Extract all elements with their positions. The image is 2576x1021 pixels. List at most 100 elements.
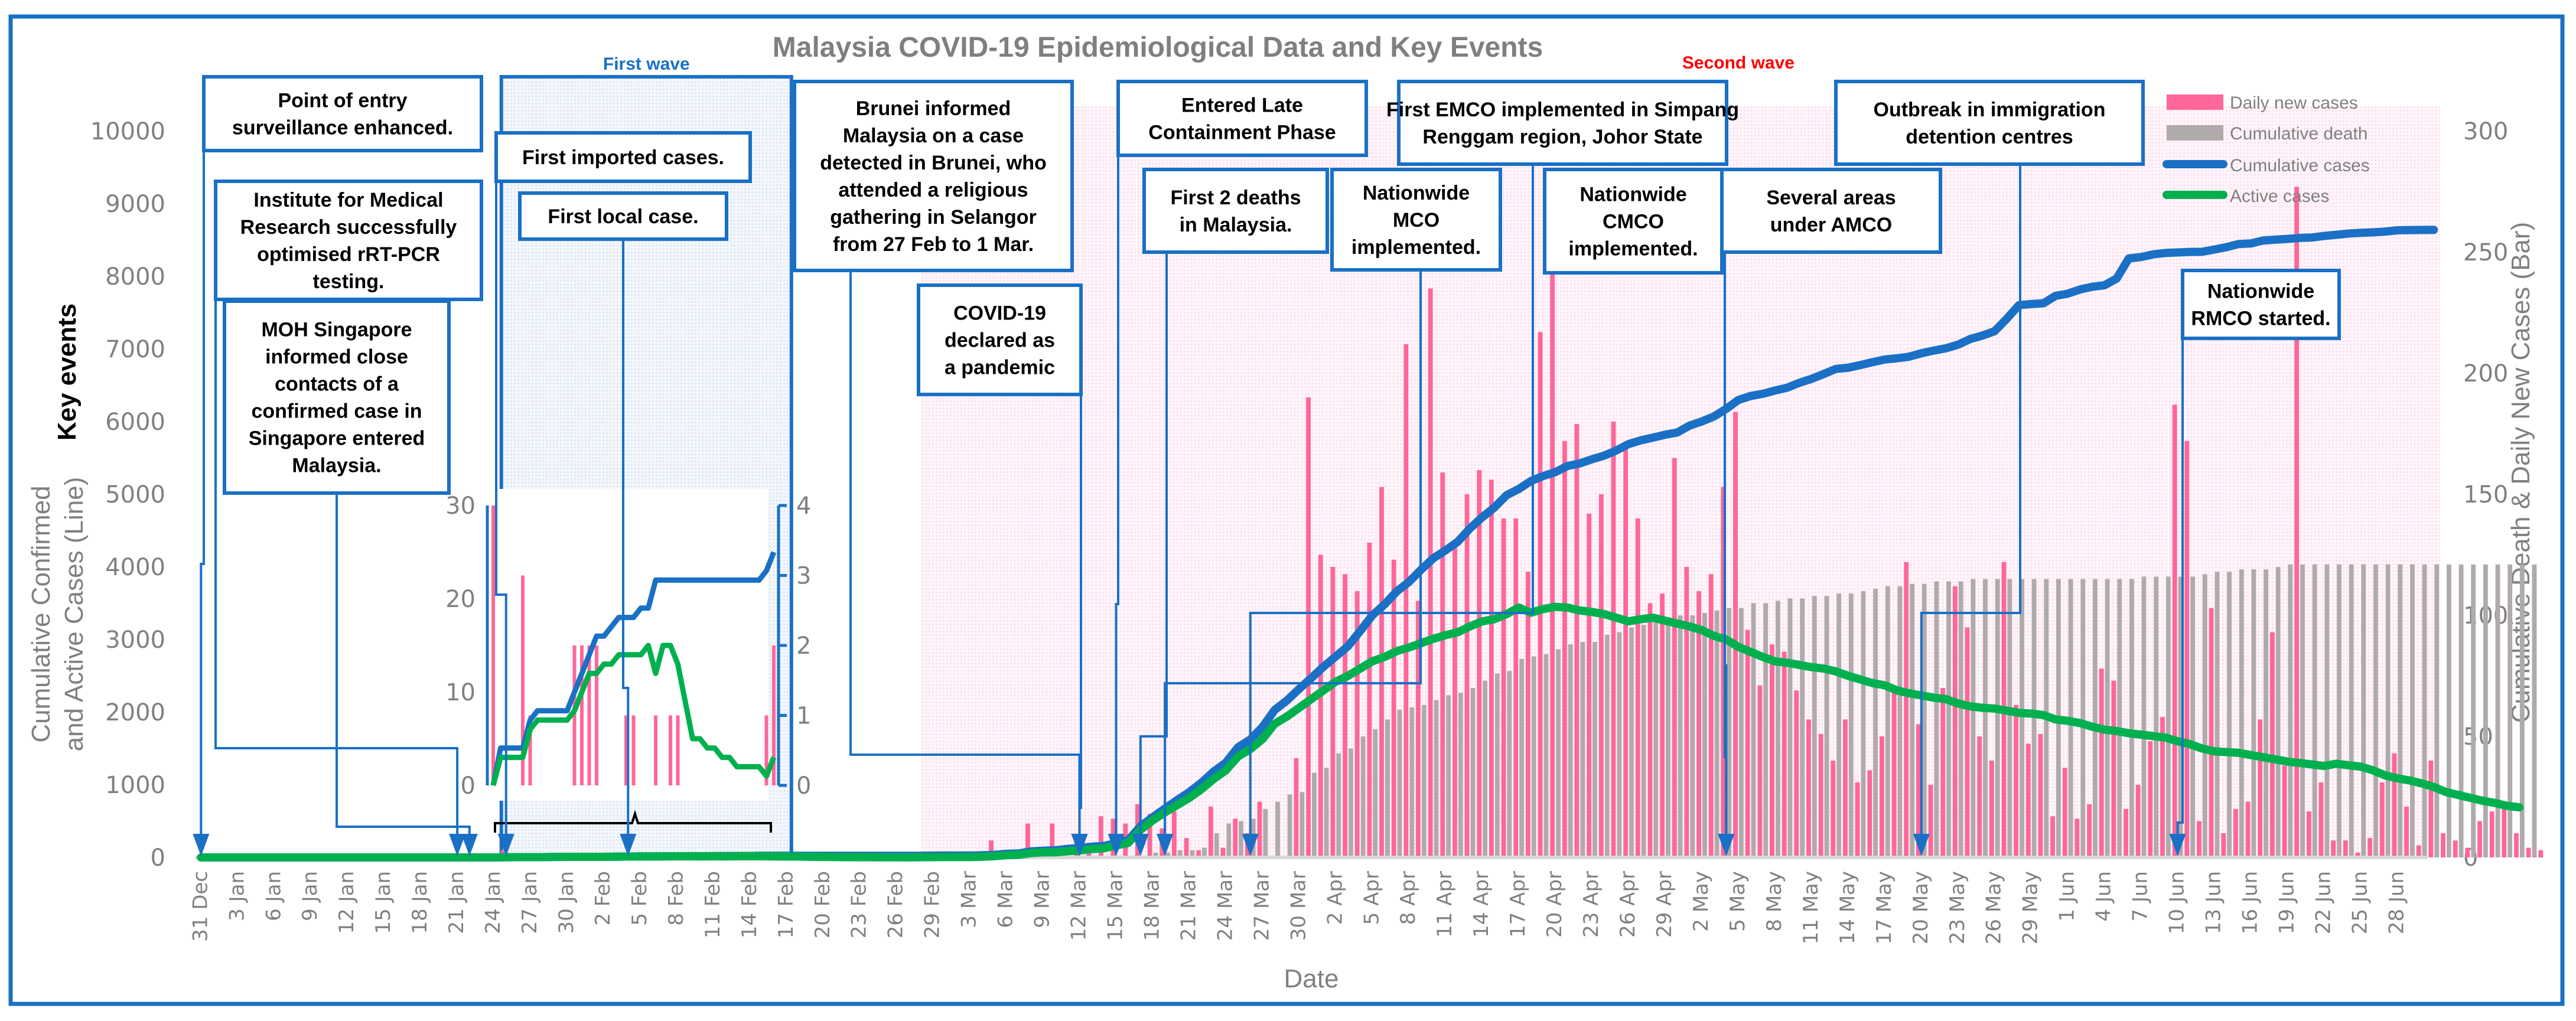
x-tick: 2 May: [1689, 871, 1713, 932]
daily-bar: [1831, 761, 1836, 857]
daily-bar: [2404, 806, 2409, 857]
y-left-tick: 5000: [105, 481, 165, 508]
legend-swatch-death: [2167, 125, 2223, 141]
death-bar: [1300, 792, 1305, 857]
daily-bar: [2258, 719, 2263, 857]
x-tick: 18 Jan: [408, 871, 432, 934]
daily-bar: [1794, 690, 1799, 857]
daily-bar: [1440, 472, 1445, 857]
y-left-tick: 1000: [105, 772, 165, 799]
daily-bar: [1770, 644, 1774, 857]
death-bar: [2227, 572, 2232, 857]
y-left-tick: 6000: [105, 409, 165, 436]
death-bar: [1226, 823, 1232, 857]
daily-bar: [2269, 632, 2275, 857]
daily-bar: [1513, 518, 1519, 857]
daily-bar: [1684, 567, 1689, 857]
death-bar: [1531, 656, 1536, 857]
death-bar: [2007, 579, 2012, 857]
x-tick: 20 May: [1909, 871, 1933, 944]
daily-bar: [2099, 668, 2104, 857]
event-text-line: Brunei informed: [856, 97, 1011, 120]
death-bar: [2300, 564, 2305, 857]
x-tick: 26 May: [1982, 871, 2006, 944]
daily-bar: [2514, 833, 2519, 857]
inset-daily-bar: [587, 645, 591, 785]
daily-bar: [2318, 782, 2324, 857]
death-bar: [1958, 581, 1963, 857]
daily-bar: [1550, 233, 1555, 858]
death-bar: [2422, 564, 2427, 857]
daily-bar: [2428, 761, 2434, 857]
x-tick: 5 Feb: [628, 871, 652, 926]
daily-bar: [2416, 845, 2421, 857]
death-bar: [1714, 610, 1719, 857]
death-bar: [1543, 654, 1549, 857]
x-tick: 2 Feb: [591, 871, 615, 926]
event-text-line: First 2 deaths: [1170, 187, 1301, 209]
death-bar: [1910, 583, 1914, 857]
death-bar: [1617, 632, 1622, 857]
event-text-line: Entered Late: [1181, 94, 1303, 117]
daily-bar: [1940, 688, 1946, 857]
event-text-line: MCO: [1393, 209, 1440, 231]
death-bar: [2105, 579, 2110, 857]
daily-bar: [2075, 818, 2080, 857]
event-box: [202, 75, 483, 152]
death-bar: [1971, 579, 1976, 857]
daily-bar: [1745, 629, 1750, 857]
x-tick: 3 Jan: [225, 871, 249, 921]
daily-bar: [2453, 840, 2458, 857]
event-text-line: informed close: [265, 346, 408, 368]
death-bar: [2141, 576, 2147, 857]
death-bar: [1385, 719, 1390, 857]
x-tick: 28 Jun: [2385, 871, 2408, 934]
death-bar: [1568, 644, 1573, 857]
x-tick: 27 Mar: [1250, 871, 1274, 941]
event-box: [1720, 168, 1942, 254]
y-right-tick: 300: [2463, 118, 2508, 145]
daily-bar: [1623, 446, 1629, 857]
x-tick: 14 May: [1836, 871, 1859, 944]
x-tick: 23 May: [1946, 871, 1969, 944]
death-bar: [2495, 564, 2500, 857]
x-tick: 17 May: [1872, 871, 1896, 944]
event-text-line: under AMCO: [1770, 214, 1893, 236]
event-text-line: detention centres: [1906, 126, 2073, 148]
event-text-line: First imported cases.: [522, 146, 724, 169]
x-tick: 5 May: [1726, 871, 1750, 932]
x-tick: 12 Jan: [335, 871, 359, 934]
x-tick: 9 Jan: [298, 871, 322, 921]
daily-bar: [1184, 838, 1189, 857]
event-text-line: Malaysia.: [292, 455, 381, 477]
event-leader-line: [1724, 252, 1728, 839]
daily-bar: [2538, 850, 2544, 857]
daily-bar: [2111, 680, 2116, 857]
daily-bar: [1233, 818, 1238, 857]
daily-bar: [1806, 719, 1811, 857]
daily-bar: [1855, 782, 1860, 857]
daily-bar: [1818, 733, 1823, 857]
event-text-line: optimised rRT-PCR: [257, 243, 440, 266]
event-text-line: Singapore entered: [249, 428, 425, 450]
x-tick: 5 Apr: [1360, 871, 1383, 925]
y-left-title-line1: Cumulative Confirmed: [27, 485, 56, 742]
death-bar: [1946, 581, 1951, 857]
inset-y-right-tick: 4: [796, 492, 811, 520]
death-bar: [2312, 564, 2317, 857]
death-bar: [2471, 564, 2476, 857]
event-text-line: detected in Brunei, who: [820, 152, 1046, 174]
death-bar: [1494, 673, 1500, 857]
death-bar: [1653, 620, 1659, 857]
inset-y-left-tick: 30: [445, 492, 476, 520]
daily-bar: [1428, 288, 1433, 857]
x-tick: 8 May: [1763, 871, 1786, 932]
death-bar: [1934, 581, 1939, 857]
legend-label-cumulative: Cumulative cases: [2230, 156, 2370, 175]
x-tick: 30 Mar: [1287, 871, 1310, 941]
x-tick: 16 Jun: [2238, 871, 2262, 934]
event-text-line: Nationwide: [1363, 182, 1470, 204]
x-tick: 26 Feb: [884, 871, 908, 938]
event-text-line: declared as: [945, 330, 1055, 352]
x-tick: 19 Jun: [2275, 871, 2298, 934]
